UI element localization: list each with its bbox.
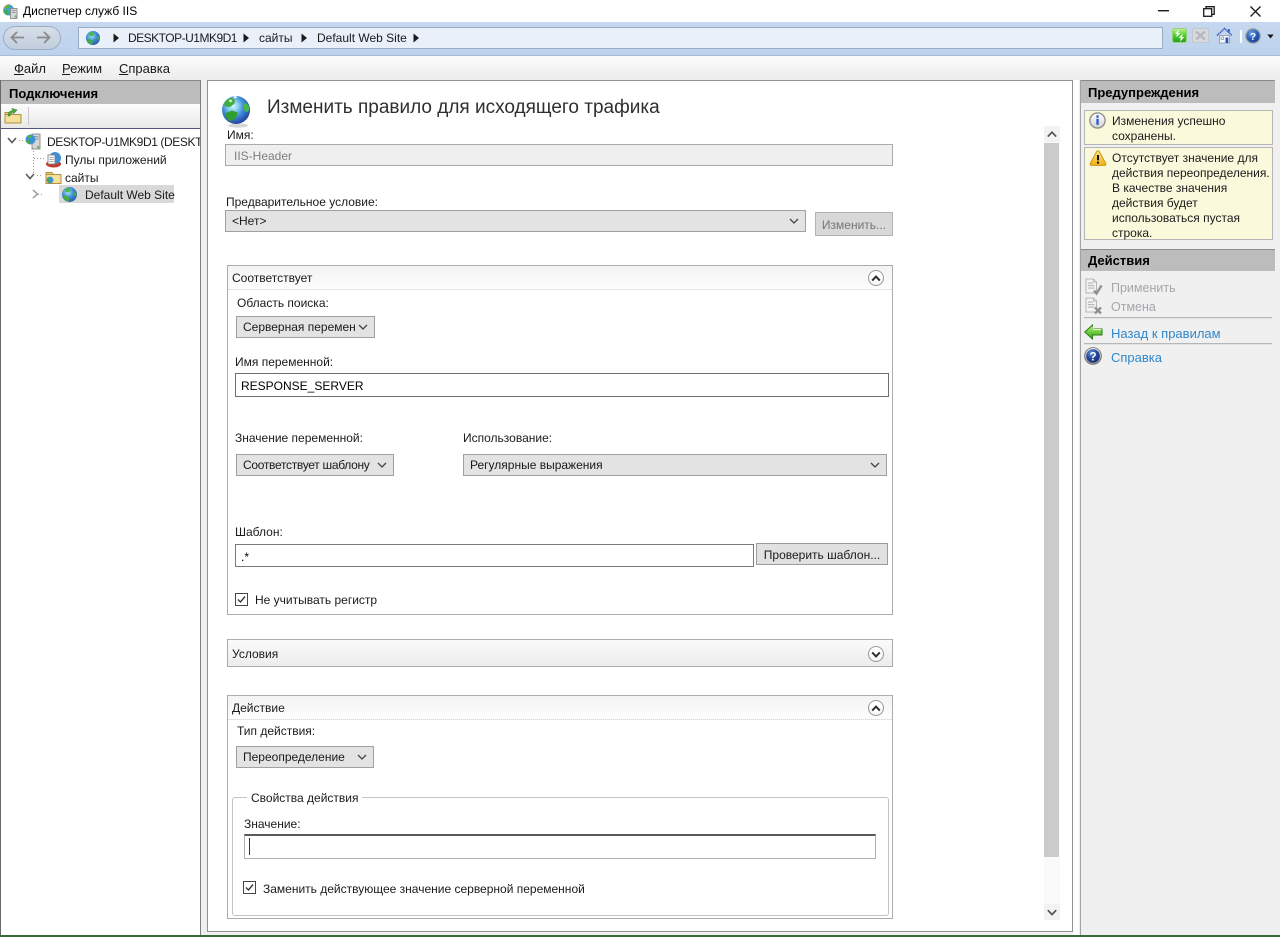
svg-text:?: ? [1250, 31, 1256, 43]
svg-text:?: ? [1089, 351, 1096, 363]
